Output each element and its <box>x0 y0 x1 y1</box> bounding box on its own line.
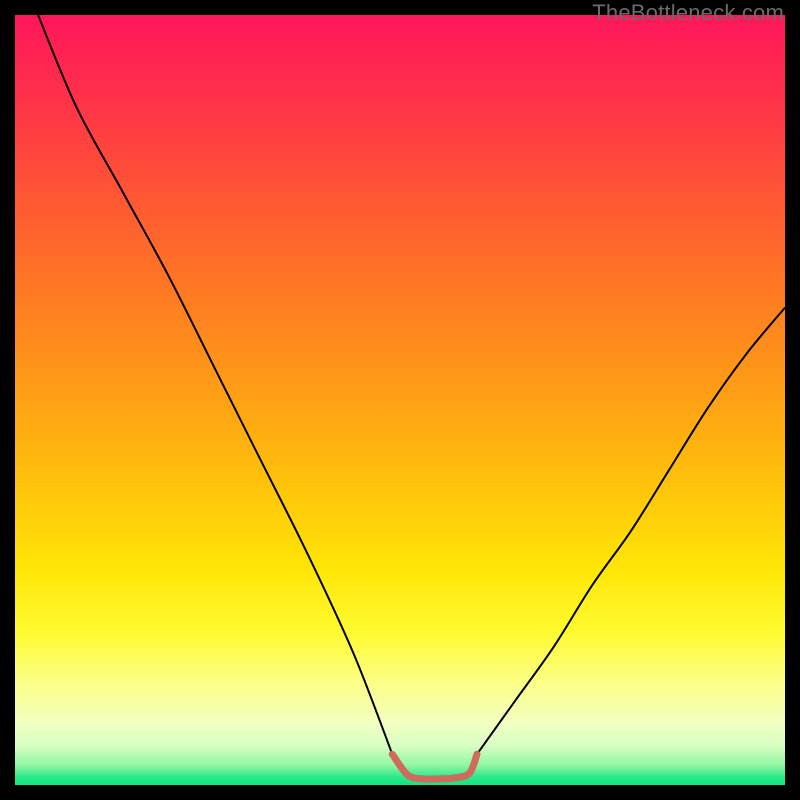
plot-area <box>15 15 785 785</box>
series-right-ascent <box>477 308 785 755</box>
curve-layer <box>15 15 785 785</box>
series-valley-floor <box>392 754 477 779</box>
chart-stage: TheBottleneck.com <box>0 0 800 800</box>
watermark-text: TheBottleneck.com <box>592 0 784 26</box>
series-left-descent <box>38 15 392 754</box>
